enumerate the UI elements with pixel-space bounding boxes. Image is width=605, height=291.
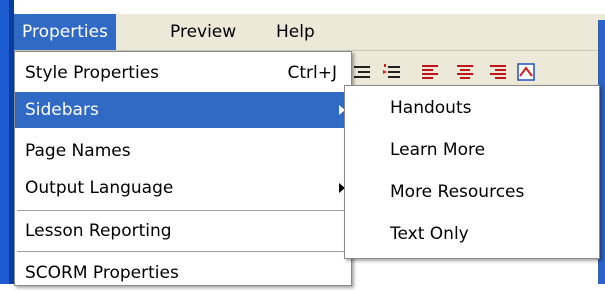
menu-item-label: Page Names bbox=[25, 141, 131, 161]
menu-help[interactable]: Help bbox=[268, 14, 323, 50]
submenu-item-text-only[interactable]: Text Only bbox=[345, 216, 599, 252]
menu-item-shortcut: Ctrl+J bbox=[287, 63, 337, 83]
menu-separator bbox=[17, 210, 349, 211]
align-center-icon[interactable] bbox=[455, 62, 475, 82]
format-icon[interactable] bbox=[516, 62, 536, 82]
sidebars-submenu: Handouts Learn More More Resources Text … bbox=[344, 85, 600, 259]
menu-item-scorm-properties[interactable]: SCORM Properties bbox=[15, 255, 351, 291]
menu-item-style-properties[interactable]: Style Properties Ctrl+J bbox=[15, 55, 351, 91]
align-right-icon[interactable] bbox=[488, 62, 508, 82]
properties-menu: Style Properties Ctrl+J Sidebars Page Na… bbox=[14, 51, 352, 286]
menu-item-label: Sidebars bbox=[25, 100, 99, 120]
submenu-item-label: Learn More bbox=[390, 140, 486, 160]
menu-item-output-language[interactable]: Output Language bbox=[15, 170, 351, 206]
menu-item-sidebars[interactable]: Sidebars bbox=[15, 92, 351, 128]
submenu-item-label: More Resources bbox=[390, 182, 525, 202]
menu-properties[interactable]: Properties bbox=[14, 14, 116, 50]
menu-separator bbox=[17, 251, 349, 252]
window-left-border bbox=[0, 0, 14, 284]
submenu-item-label: Text Only bbox=[390, 224, 469, 244]
menu-bar: Properties Preview Help bbox=[14, 14, 605, 51]
menu-item-label: SCORM Properties bbox=[25, 263, 179, 283]
align-left-icon[interactable] bbox=[420, 62, 440, 82]
menu-item-page-names[interactable]: Page Names bbox=[15, 133, 351, 169]
menu-item-lesson-reporting[interactable]: Lesson Reporting bbox=[15, 213, 351, 249]
app-window: Properties Preview Help Style Properties… bbox=[0, 0, 605, 286]
menu-item-label: Output Language bbox=[25, 178, 174, 198]
submenu-item-label: Handouts bbox=[390, 98, 472, 118]
indent-icon[interactable] bbox=[382, 62, 402, 82]
menu-item-label: Style Properties bbox=[25, 63, 160, 83]
menu-item-label: Lesson Reporting bbox=[25, 221, 172, 241]
submenu-item-more-resources[interactable]: More Resources bbox=[345, 174, 599, 210]
submenu-item-handouts[interactable]: Handouts bbox=[345, 90, 599, 126]
menu-preview[interactable]: Preview bbox=[162, 14, 244, 50]
outdent-icon[interactable] bbox=[352, 62, 372, 82]
submenu-item-learn-more[interactable]: Learn More bbox=[345, 132, 599, 168]
